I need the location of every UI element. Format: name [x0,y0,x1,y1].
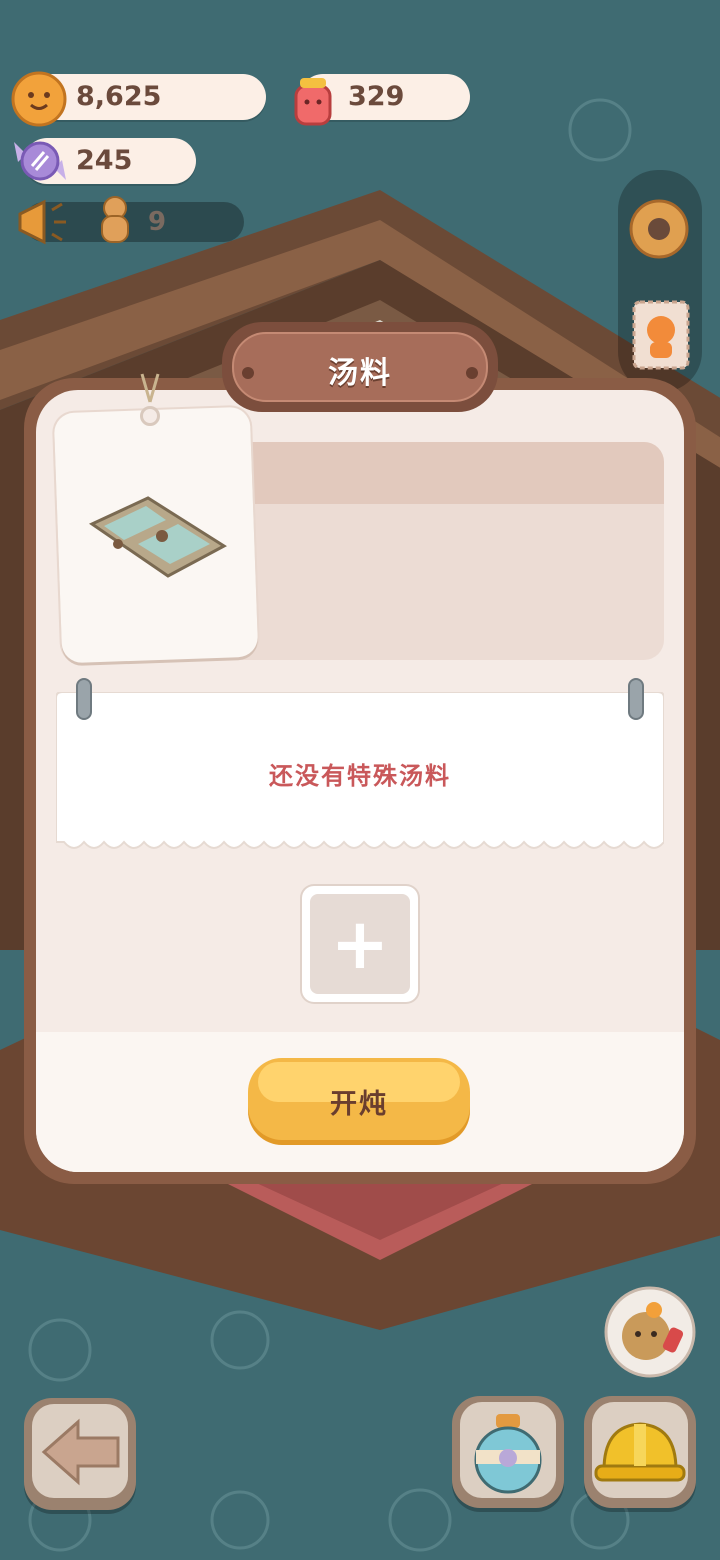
cookie-icon [11,71,67,127]
gear-icon[interactable] [626,196,692,262]
megaphone-icon[interactable] [14,196,72,248]
start-stew-label[interactable]: 开炖 [248,1082,470,1121]
paper-clip-right [628,678,644,720]
candy-icon [14,141,66,181]
tag-hole [140,406,160,426]
cookie-count: 8,625 [76,81,162,112]
gingerbread-icon [101,196,129,243]
soup-pot-tray-icon [88,496,227,578]
stamp-icon[interactable] [630,298,692,372]
gingerbread-count: 9 [148,207,167,237]
paper-clip-left [76,678,92,720]
soup-info-header [196,442,664,504]
character-avatar-icon[interactable] [602,1284,698,1380]
candy-count: 245 [76,145,133,176]
back-arrow-icon[interactable] [38,1414,124,1490]
hard-hat-icon[interactable] [592,1412,688,1492]
plus-icon[interactable]: + [310,894,410,994]
potion-icon[interactable] [464,1410,552,1496]
empty-soup-message: 还没有特殊汤料 [269,762,451,790]
popup-title: 汤料 [328,356,392,391]
soup-info-box [196,442,664,660]
jam-jar-icon [294,78,332,126]
jam-count: 329 [348,81,405,112]
